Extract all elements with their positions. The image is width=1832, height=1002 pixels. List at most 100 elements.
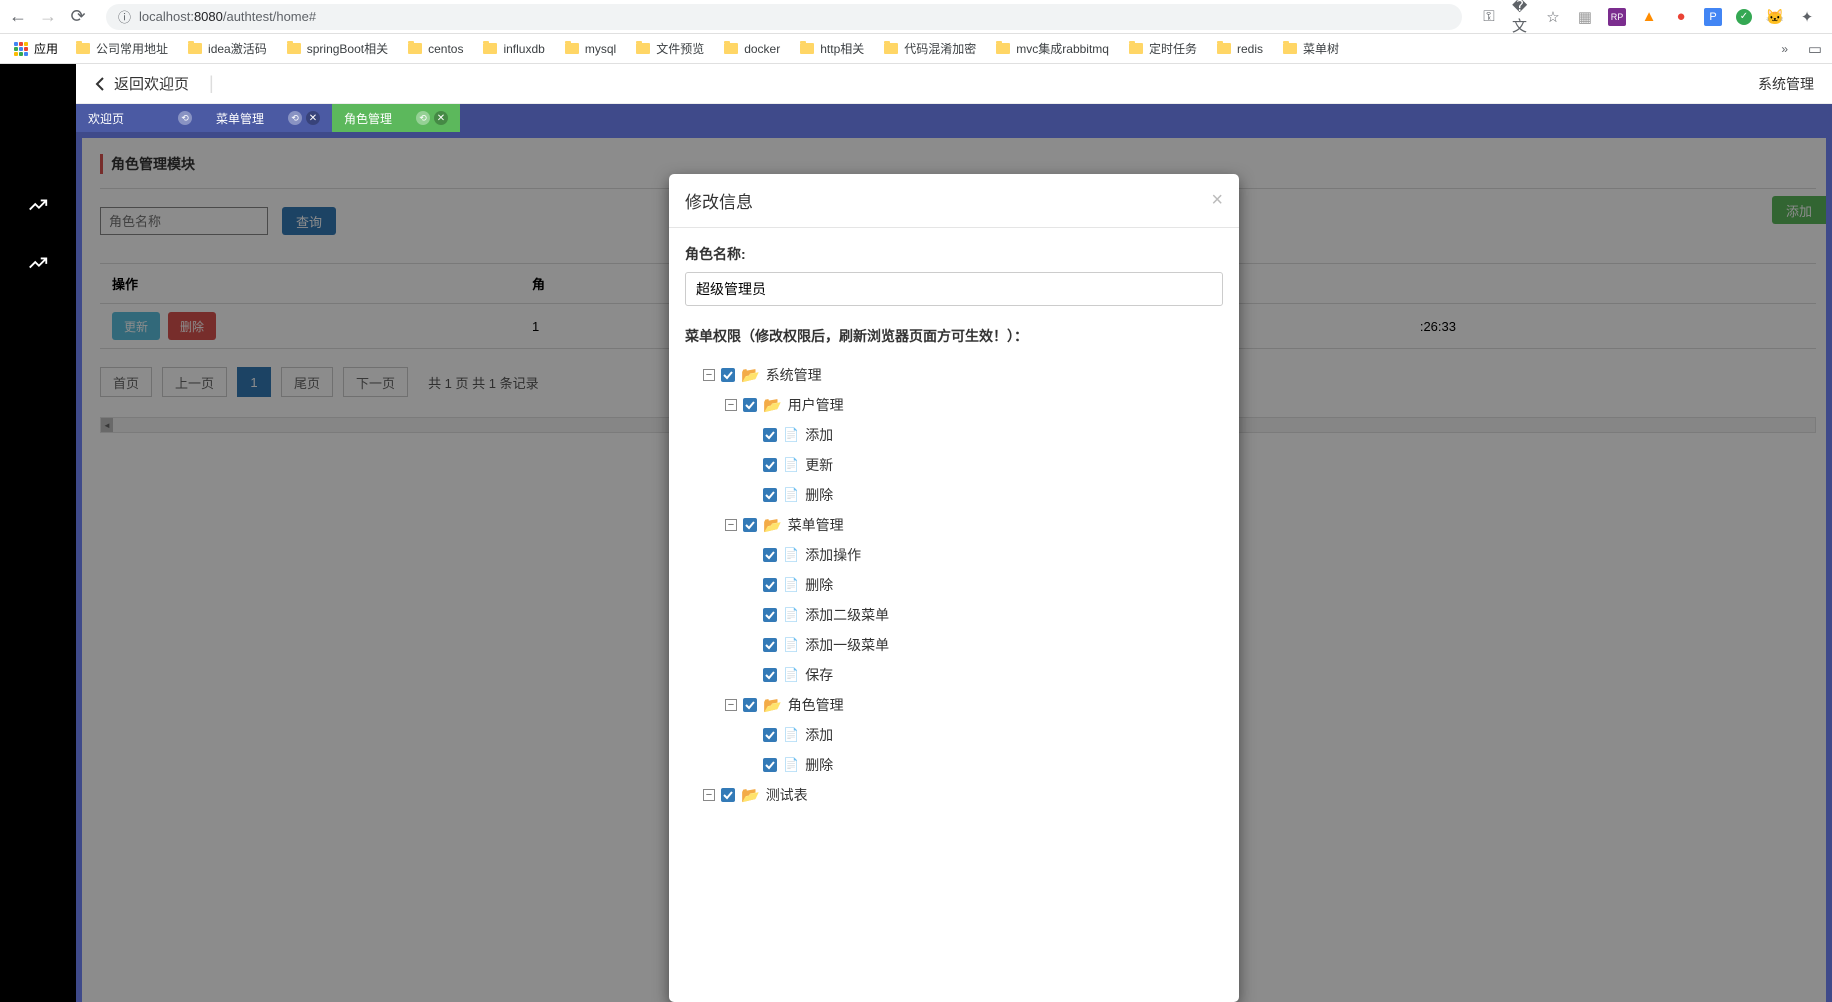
folder-open-icon: 📂 [741, 366, 760, 384]
tree-node-role: − 📂 角色管理 [685, 690, 1223, 720]
tab-role-mgmt[interactable]: 角色管理 ⟲✕ [332, 104, 460, 132]
bookmark-item[interactable]: mysql [557, 42, 624, 56]
folder-icon [1129, 43, 1143, 54]
url-bar[interactable]: ⓘ localhost:8080/authtest/home# [106, 4, 1462, 30]
chart-icon-2[interactable] [27, 252, 49, 280]
tree-node-sys: − 📂 系统管理 [685, 360, 1223, 390]
folder-icon [76, 43, 90, 54]
puzzle-icon[interactable]: ✦ [1798, 8, 1816, 26]
bookmark-item[interactable]: redis [1209, 42, 1271, 56]
tree-leaf: 📄添加操作 [685, 540, 1223, 570]
checkbox[interactable] [763, 638, 777, 652]
tab-refresh-icon[interactable]: ⟲ [416, 111, 430, 125]
bookmark-item[interactable]: 文件预览 [628, 40, 712, 57]
forward-button[interactable]: → [38, 7, 58, 27]
folder-icon [636, 43, 650, 54]
ext2-icon[interactable]: RP [1608, 8, 1626, 26]
tree-label: 角色管理 [788, 695, 844, 715]
checkbox[interactable] [763, 548, 777, 562]
browser-toolbar: ← → ⟳ ⓘ localhost:8080/authtest/home# ⚿ … [0, 0, 1832, 34]
tab-menu-mgmt[interactable]: 菜单管理 ⟲✕ [204, 104, 332, 132]
folder-icon [565, 43, 579, 54]
star-icon[interactable]: ☆ [1544, 8, 1562, 26]
bookmark-item[interactable]: http相关 [792, 40, 872, 57]
tree-label: 添加 [805, 425, 833, 445]
record-icon[interactable]: ● [1672, 8, 1690, 26]
tree-leaf: 📄删除 [685, 570, 1223, 600]
checkbox[interactable] [763, 608, 777, 622]
back-label: 返回欢迎页 [114, 73, 189, 94]
collapse-icon[interactable]: − [703, 789, 715, 801]
checkbox[interactable] [743, 518, 757, 532]
tree-label: 保存 [805, 665, 833, 685]
url-port: 8080 [194, 9, 223, 24]
system-label: 系统管理 [1758, 74, 1814, 94]
file-icon: 📄 [783, 457, 799, 473]
folder-icon [800, 43, 814, 54]
collapse-icon[interactable]: − [725, 699, 737, 711]
collapse-icon[interactable]: − [725, 519, 737, 531]
vlc-icon[interactable]: ▲ [1640, 8, 1658, 26]
bookmark-item[interactable]: 公司常用地址 [68, 40, 176, 57]
bookmark-item[interactable]: 菜单树 [1275, 40, 1347, 57]
separator: | [209, 73, 214, 94]
reload-button[interactable]: ⟳ [68, 7, 88, 27]
folder-icon [724, 43, 738, 54]
checkbox[interactable] [763, 668, 777, 682]
tab-close-icon[interactable]: ✕ [434, 111, 448, 125]
checkbox[interactable] [743, 698, 757, 712]
modal-close-icon[interactable]: × [1211, 189, 1223, 212]
url-host: localhost: [139, 9, 194, 24]
tree-label: 删除 [805, 755, 833, 775]
bookmark-item[interactable]: influxdb [475, 42, 552, 56]
checkbox[interactable] [763, 428, 777, 442]
checkbox[interactable] [763, 458, 777, 472]
bookmark-item[interactable]: docker [716, 42, 788, 56]
bookmarks-bar: 应用 公司常用地址 idea激活码 springBoot相关 centos in… [0, 34, 1832, 64]
bookmark-item[interactable]: 定时任务 [1121, 40, 1205, 57]
tree-leaf: 📄添加 [685, 420, 1223, 450]
tree-leaf: 📄添加 [685, 720, 1223, 750]
modal-body: 角色名称: 菜单权限（修改权限后，刷新浏览器页面方可生效！）： − 📂 系统管理 [669, 228, 1239, 834]
apps-button[interactable]: 应用 [8, 40, 64, 57]
checkbox[interactable] [763, 758, 777, 772]
reading-list-icon[interactable]: ▭ [1806, 40, 1824, 58]
bookmark-item[interactable]: mvc集成rabbitmq [988, 40, 1117, 57]
file-icon: 📄 [783, 727, 799, 743]
collapse-icon[interactable]: − [725, 399, 737, 411]
back-to-welcome[interactable]: 返回欢迎页 | [94, 73, 214, 94]
tab-welcome[interactable]: 欢迎页 ⟲ [76, 104, 204, 132]
browser-actions: ⚿ �文 ☆ ▦ RP ▲ ● P ✓ 🐱 ✦ [1472, 8, 1824, 26]
tree-leaf: 📄添加二级菜单 [685, 600, 1223, 630]
tree-label: 添加二级菜单 [805, 605, 889, 625]
bookmarks-overflow[interactable]: » [1773, 42, 1796, 56]
tab-refresh-icon[interactable]: ⟲ [288, 111, 302, 125]
chart-icon[interactable] [27, 194, 49, 222]
file-icon: 📄 [783, 577, 799, 593]
p-icon[interactable]: P [1704, 8, 1722, 26]
ext1-icon[interactable]: ▦ [1576, 8, 1594, 26]
file-icon: 📄 [783, 637, 799, 653]
checkbox[interactable] [763, 488, 777, 502]
checkbox[interactable] [763, 578, 777, 592]
back-button[interactable]: ← [8, 7, 28, 27]
key-icon[interactable]: ⚿ [1480, 8, 1498, 26]
checkbox[interactable] [721, 788, 735, 802]
translate-icon[interactable]: �文 [1512, 8, 1530, 26]
folder-icon [483, 43, 497, 54]
checkbox[interactable] [721, 368, 735, 382]
bookmark-item[interactable]: 代码混淆加密 [876, 40, 984, 57]
cat-icon[interactable]: 🐱 [1766, 8, 1784, 26]
checkbox[interactable] [743, 398, 757, 412]
checkbox[interactable] [763, 728, 777, 742]
tab-close-icon[interactable]: ✕ [306, 111, 320, 125]
check-icon[interactable]: ✓ [1736, 9, 1752, 25]
file-icon: 📄 [783, 757, 799, 773]
bookmark-item[interactable]: idea激活码 [180, 40, 275, 57]
left-rail [0, 64, 76, 1002]
collapse-icon[interactable]: − [703, 369, 715, 381]
role-name-field[interactable] [685, 272, 1223, 306]
bookmark-item[interactable]: springBoot相关 [279, 40, 396, 57]
bookmark-item[interactable]: centos [400, 42, 471, 56]
tab-refresh-icon[interactable]: ⟲ [178, 111, 192, 125]
